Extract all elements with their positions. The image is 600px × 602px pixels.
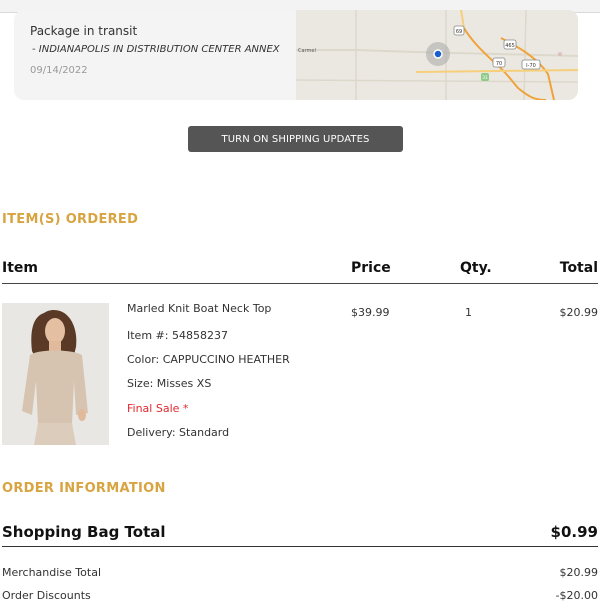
order-information-heading: ORDER INFORMATION (2, 481, 166, 496)
highway-shield-465: 465 (503, 39, 517, 50)
column-item: Item (2, 260, 38, 276)
product-qty: 1 (465, 306, 472, 319)
map-city-label: Carmel (298, 48, 316, 54)
order-discounts-label: Order Discounts (2, 589, 91, 602)
order-discounts-value: -$20.00 (555, 589, 598, 602)
column-qty: Qty. (460, 260, 492, 276)
product-delivery: Delivery: Standard (127, 426, 230, 439)
product-size: Size: Misses XS (127, 377, 212, 390)
column-total: Total (559, 260, 598, 276)
merchandise-total-value: $20.99 (559, 566, 599, 579)
highway-shield-31: 31 (481, 73, 489, 81)
shopping-bag-total-value: $0.99 (550, 523, 598, 541)
turn-on-shipping-updates-button[interactable]: TURN ON SHIPPING UPDATES (188, 126, 403, 152)
bag-total-divider (2, 546, 598, 547)
location-pin-icon (426, 42, 450, 66)
highway-shield-i70: I-70 (521, 59, 541, 70)
tracking-status: Package in transit (30, 24, 138, 38)
product-total: $20.99 (559, 306, 599, 319)
svg-text:70: 70 (496, 61, 502, 67)
svg-text:I-70: I-70 (526, 63, 536, 69)
tracking-card: Package in transit - INDIANAPOLIS IN DIS… (14, 10, 578, 100)
items-ordered-heading: ITEM(S) ORDERED (2, 212, 139, 227)
final-sale-badge: Final Sale * (127, 402, 189, 415)
svg-text:69: 69 (456, 29, 462, 35)
highway-shield-70: 70 (492, 57, 506, 68)
shopping-bag-total-label: Shopping Bag Total (2, 523, 166, 541)
product-name[interactable]: Marled Knit Boat Neck Top (127, 302, 271, 315)
product-image[interactable] (2, 303, 109, 445)
tracking-location: - INDIANAPOLIS IN DISTRIBUTION CENTER AN… (32, 44, 280, 55)
svg-text:465: 465 (505, 43, 515, 49)
product-photo (2, 303, 109, 445)
table-header-divider (2, 283, 598, 284)
product-price: $39.99 (351, 306, 390, 319)
merchandise-total-label: Merchandise Total (2, 566, 101, 579)
svg-text:31: 31 (482, 75, 488, 81)
column-price: Price (351, 260, 391, 276)
highway-shield-69: 69 (453, 25, 465, 36)
tracking-map[interactable]: 69 465 70 31 I-70 Carmel (295, 10, 578, 100)
map-graphic: 69 465 70 31 I-70 Carmel (295, 10, 578, 100)
product-item-number: Item #: 54858237 (127, 329, 228, 342)
tracking-date: 09/14/2022 (30, 65, 88, 76)
product-color: Color: CAPPUCCINO HEATHER (127, 353, 290, 366)
